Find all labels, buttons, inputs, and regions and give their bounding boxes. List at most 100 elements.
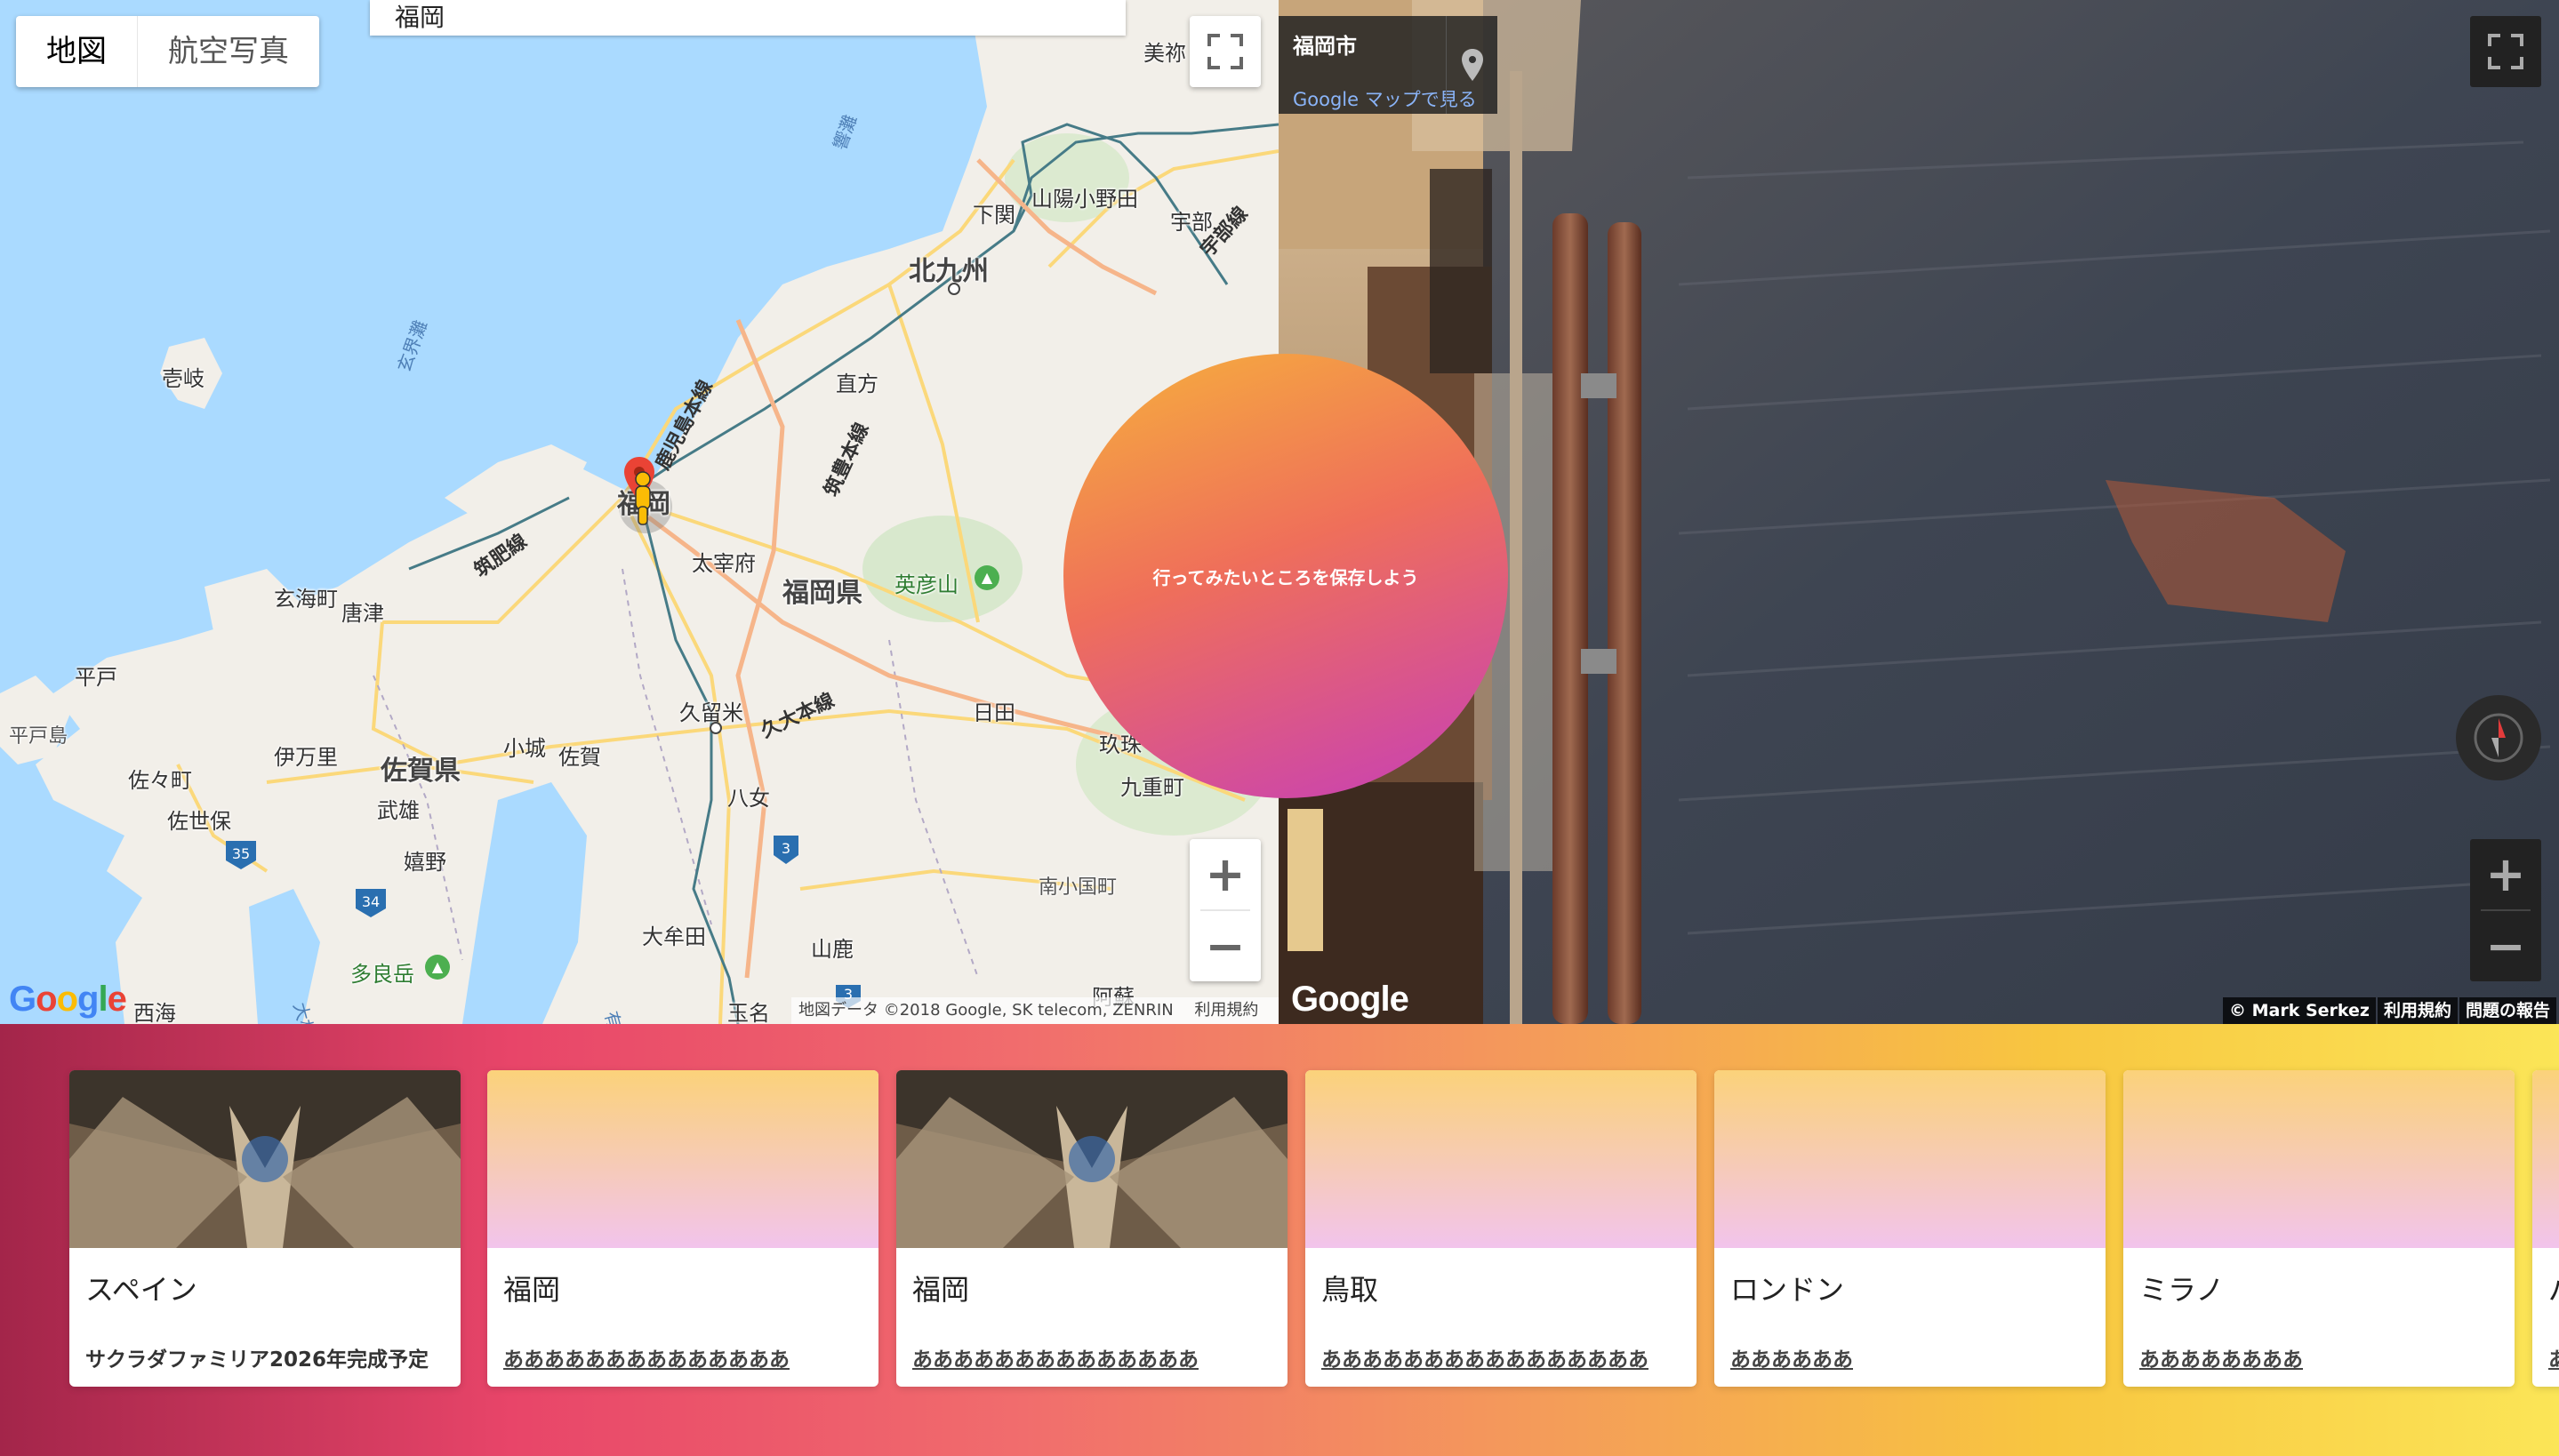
place-label: 小城: [503, 736, 546, 761]
zoom-in-button[interactable]: +: [1190, 839, 1261, 909]
place-label: 山鹿: [811, 937, 854, 962]
google-logo[interactable]: Google: [1291, 980, 1409, 1020]
place-label: 平戸: [75, 665, 117, 690]
card-placeholder-image: [1305, 1070, 1697, 1248]
save-place-button[interactable]: 行ってみたいところを保存しよう: [1063, 354, 1508, 798]
map-type-satellite-button[interactable]: 航空写真: [137, 16, 319, 87]
svg-text:34: 34: [362, 893, 380, 910]
place-label: 玉名: [727, 1001, 770, 1024]
map-attribution: 地図データ ©2018 Google, SK telecom, ZENRIN 利…: [791, 997, 1279, 1024]
mountain-icon: ▲: [975, 565, 999, 590]
place-label: 佐賀: [558, 745, 601, 770]
pegman-icon[interactable]: [631, 471, 654, 526]
mountain-label: 多良岳: [350, 962, 414, 987]
map-terms-link[interactable]: 利用規約: [1194, 1001, 1258, 1020]
place-label: 八女: [727, 786, 770, 811]
map-fullscreen-button[interactable]: [1190, 16, 1261, 87]
card-title: ロンドン: [1730, 1273, 1845, 1307]
saved-place-card[interactable]: 福岡 ああああああああああああああ: [896, 1070, 1288, 1387]
place-label: 大牟田: [642, 924, 706, 949]
street-view-fullscreen-button[interactable]: [2470, 16, 2541, 87]
place-label: 南小国町: [1039, 876, 1118, 899]
card-description-link[interactable]: あ: [2548, 1342, 2559, 1372]
card-title: 福岡: [912, 1273, 970, 1307]
street-view-attribution: © Mark Serkez 利用規約 問題の報告: [2223, 997, 2557, 1024]
saved-place-card[interactable]: パ あ: [2532, 1070, 2559, 1387]
map-pin-icon: [1462, 49, 1483, 81]
city-dot: [948, 283, 960, 295]
card-description-link[interactable]: ああああああ: [1730, 1342, 1853, 1372]
card-placeholder-image: [1714, 1070, 2106, 1248]
card-title: 鳥取: [1321, 1273, 1379, 1307]
save-place-label: 行ってみたいところを保存しよう: [1152, 566, 1419, 588]
zoom-out-button[interactable]: −: [2470, 911, 2541, 981]
place-label: 西海: [133, 1001, 176, 1024]
place-label: 平戸島: [9, 725, 68, 748]
terms-link[interactable]: 利用規約: [2377, 997, 2458, 1024]
svg-text:3: 3: [782, 840, 790, 857]
place-label: 玄海町: [274, 587, 338, 612]
saved-place-card[interactable]: ミラノ ああああああああ: [2123, 1070, 2515, 1387]
compass-button[interactable]: [2456, 695, 2541, 780]
card-description-link[interactable]: ああああああああああああああ: [503, 1342, 790, 1372]
pref-label: 佐賀県: [381, 756, 461, 787]
saved-place-card[interactable]: スペイン サクラダファミリア2026年完成予定: [69, 1070, 461, 1387]
compass-icon: [2474, 713, 2523, 763]
map-type-map-button[interactable]: 地図: [16, 16, 137, 87]
mountain-label: 英彦山: [894, 572, 959, 597]
plus-icon: +: [1205, 846, 1246, 902]
card-description-link[interactable]: ああああああああああああああ: [912, 1342, 1199, 1372]
place-label: 太宰府: [692, 551, 756, 576]
fullscreen-icon: [2488, 34, 2523, 69]
place-label: 壱岐: [162, 366, 205, 391]
card-description-link[interactable]: ああああああああ: [2139, 1342, 2303, 1372]
minus-icon: −: [2485, 917, 2526, 974]
card-description: サクラダファミリア2026年完成予定: [85, 1348, 429, 1372]
card-photo: [69, 1070, 461, 1248]
mountain-icon: ▲: [425, 955, 450, 980]
place-label: 久留米: [679, 700, 743, 725]
sea-label: 響灘: [829, 112, 861, 153]
saved-place-card[interactable]: 福岡 ああああああああああああああ: [487, 1070, 878, 1387]
photo-author[interactable]: © Mark Serkez: [2223, 997, 2376, 1024]
minus-icon: −: [1205, 917, 1246, 974]
place-label: 下関: [973, 203, 1015, 228]
card-title: ミラノ: [2139, 1273, 2225, 1307]
card-placeholder-image: [2123, 1070, 2515, 1248]
place-label: 嬉野: [404, 850, 446, 875]
pref-label: 福岡県: [782, 578, 862, 609]
city-dot: [710, 722, 722, 734]
card-photo: [896, 1070, 1288, 1248]
place-label: 武雄: [377, 798, 420, 823]
city-label: 北九州: [909, 256, 989, 287]
card-title: スペイン: [85, 1273, 197, 1307]
search-input[interactable]: [370, 0, 1126, 36]
place-label: 佐世保: [167, 809, 231, 834]
place-label: 美祢: [1143, 41, 1186, 66]
card-title: パ: [2548, 1268, 2559, 1308]
place-label: 唐津: [341, 601, 384, 626]
plus-icon: +: [2485, 846, 2526, 902]
saved-places-strip[interactable]: スペイン サクラダファミリア2026年完成予定 福岡 あああああああああああああ…: [0, 1024, 2559, 1456]
place-label: 伊万里: [274, 745, 338, 770]
svg-text:35: 35: [232, 845, 250, 862]
place-label: 九重町: [1120, 775, 1184, 800]
map-zoom-control: + −: [1190, 839, 1261, 981]
google-logo[interactable]: Google: [9, 980, 127, 1020]
saved-place-card[interactable]: ロンドン ああああああ: [1714, 1070, 2106, 1387]
card-placeholder-image: [2532, 1070, 2559, 1248]
card-title: 福岡: [503, 1273, 561, 1307]
street-view-pin-button[interactable]: [1446, 16, 1498, 114]
report-problem-link[interactable]: 問題の報告: [2459, 997, 2557, 1024]
map-type-control: 地図 航空写真: [16, 16, 319, 87]
card-description-link[interactable]: ああああああああああああああああ: [1321, 1342, 1649, 1372]
place-label: 山陽小野田: [1031, 187, 1138, 212]
zoom-in-button[interactable]: +: [2470, 839, 2541, 909]
saved-place-card[interactable]: 鳥取 ああああああああああああああああ: [1305, 1070, 1697, 1387]
card-placeholder-image: [487, 1070, 878, 1248]
zoom-out-button[interactable]: −: [1190, 911, 1261, 981]
place-label: 日田: [973, 700, 1015, 725]
street-view-title: 福岡市: [1293, 34, 1357, 59]
street-view-info-box: 福岡市 Google マップで見る: [1279, 16, 1497, 114]
place-label: 宇部: [1170, 210, 1213, 235]
